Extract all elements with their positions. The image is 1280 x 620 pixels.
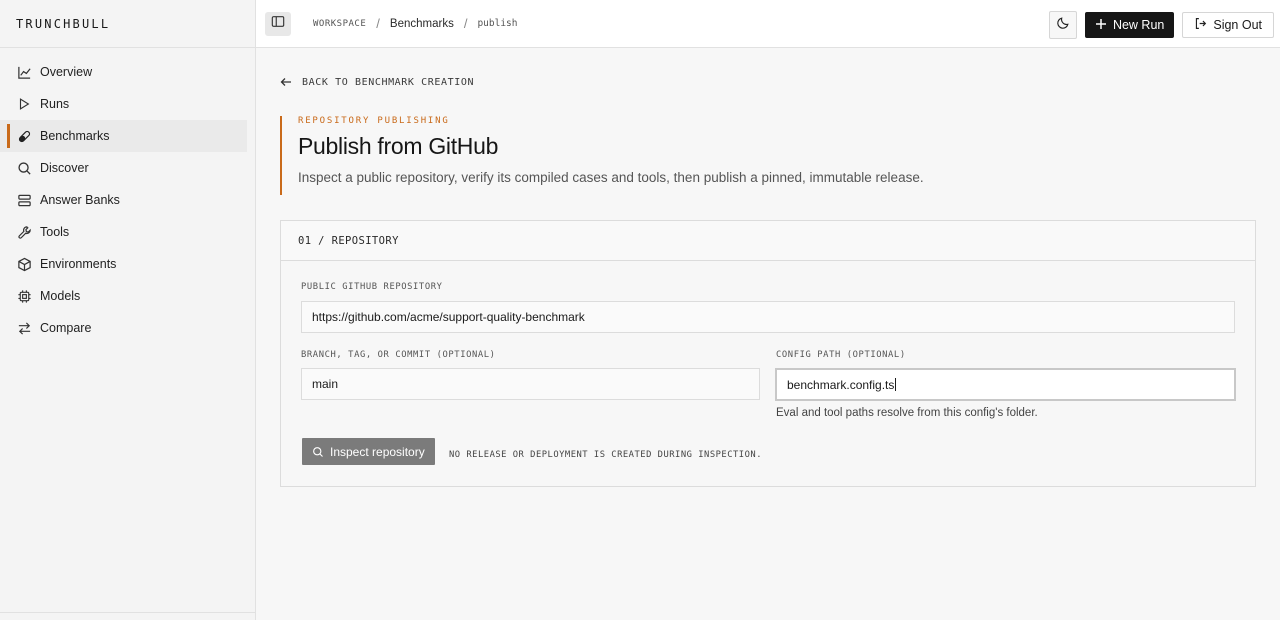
- search-icon: [312, 446, 324, 458]
- sidebar-item-label: Runs: [40, 97, 70, 111]
- sidebar-item-label: Discover: [40, 161, 89, 175]
- page-eyebrow: REPOSITORY PUBLISHING: [298, 116, 450, 126]
- sidebar-item-label: Benchmarks: [40, 129, 110, 143]
- plus-icon: [1095, 18, 1107, 33]
- breadcrumb: WORKSPACE / Benchmarks / publish: [313, 16, 518, 31]
- sidebar-item-label: Answer Banks: [40, 193, 120, 207]
- sidebar-item-label: Overview: [40, 65, 93, 79]
- sidebar-item-discover[interactable]: Discover: [0, 152, 247, 184]
- ref-value: main: [312, 377, 339, 391]
- main-content: BACK TO BENCHMARK CREATION REPOSITORY PU…: [256, 48, 1280, 620]
- sidebar: TRUNCHBULL Overview Runs Benchmarks Disc…: [0, 0, 256, 620]
- play-icon: [16, 96, 32, 112]
- breadcrumb-separator: /: [463, 16, 468, 31]
- ref-label: BRANCH, TAG, OR COMMIT (OPTIONAL): [301, 350, 496, 360]
- search-icon: [16, 160, 32, 176]
- config-path-value: benchmark.config.ts: [787, 377, 895, 392]
- sign-out-button[interactable]: Sign Out: [1182, 12, 1274, 38]
- new-run-button[interactable]: New Run: [1084, 12, 1175, 38]
- page-subtitle: Inspect a public repository, verify its …: [298, 170, 924, 185]
- breadcrumb-current: publish: [477, 18, 518, 29]
- inspect-repository-button[interactable]: Inspect repository: [302, 438, 435, 465]
- wrench-icon: [16, 224, 32, 240]
- sidebar-item-overview[interactable]: Overview: [0, 56, 247, 88]
- stack-icon: [16, 192, 32, 208]
- breadcrumb-separator: /: [376, 16, 380, 31]
- sign-out-label: Sign Out: [1213, 18, 1262, 32]
- repo-url-value: https://github.com/acme/support-quality-…: [312, 310, 585, 324]
- card-heading: 01 / REPOSITORY: [298, 234, 399, 247]
- sidebar-item-benchmarks[interactable]: Benchmarks: [0, 120, 247, 152]
- new-run-label: New Run: [1112, 18, 1165, 32]
- pill-icon: [16, 128, 32, 144]
- breadcrumb-benchmarks[interactable]: Benchmarks: [390, 18, 454, 30]
- sign-out-icon: [1194, 17, 1207, 33]
- arrows-left-right-icon: [16, 320, 32, 336]
- repo-url-input[interactable]: https://github.com/acme/support-quality-…: [301, 301, 1235, 333]
- sidebar-item-label: Tools: [40, 225, 70, 239]
- chip-icon: [16, 288, 32, 304]
- page-header: REPOSITORY PUBLISHING Publish from GitHu…: [280, 116, 924, 195]
- repo-url-label: PUBLIC GITHUB REPOSITORY: [301, 282, 443, 292]
- sidebar-nav: Overview Runs Benchmarks Discover Answer…: [0, 48, 255, 344]
- sidebar-item-answer-banks[interactable]: Answer Banks: [0, 184, 247, 216]
- moon-icon: [1056, 16, 1070, 35]
- page-title: Publish from GitHub: [298, 133, 499, 159]
- chart-line-icon: [16, 64, 32, 80]
- sidebar-item-runs[interactable]: Runs: [0, 88, 247, 120]
- top-actions: New Run Sign Out: [1048, 11, 1274, 39]
- sidebar-item-environments[interactable]: Environments: [0, 248, 247, 280]
- brand-name: TRUNCHBULL: [16, 16, 111, 31]
- breadcrumb-workspace[interactable]: WORKSPACE: [313, 19, 366, 29]
- inspect-repository-label: Inspect repository: [330, 444, 425, 459]
- arrow-left-icon: [280, 76, 292, 88]
- sidebar-toggle-button[interactable]: [265, 11, 291, 36]
- sidebar-footer-divider: [0, 612, 255, 613]
- inspection-note: NO RELEASE OR DEPLOYMENT IS CREATED DURI…: [449, 450, 762, 460]
- sidebar-item-label: Environments: [40, 257, 117, 271]
- theme-toggle-button[interactable]: [1048, 11, 1077, 39]
- topbar: WORKSPACE / Benchmarks / publish New Run…: [256, 0, 1280, 48]
- config-path-helper: Eval and tool paths resolve from this co…: [776, 407, 1038, 419]
- card-header: 01 / REPOSITORY: [281, 221, 1255, 261]
- back-link[interactable]: BACK TO BENCHMARK CREATION: [280, 76, 474, 88]
- sidebar-item-label: Compare: [40, 321, 92, 335]
- repository-card: 01 / REPOSITORY PUBLIC GITHUB REPOSITORY…: [280, 220, 1256, 487]
- sidebar-item-compare[interactable]: Compare: [0, 312, 247, 344]
- sidebar-item-models[interactable]: Models: [0, 280, 247, 312]
- sidebar-item-tools[interactable]: Tools: [0, 216, 247, 248]
- text-caret: [895, 378, 897, 391]
- back-link-label: BACK TO BENCHMARK CREATION: [302, 76, 475, 88]
- sidebar-item-label: Models: [40, 289, 81, 303]
- cube-icon: [16, 256, 32, 272]
- ref-input[interactable]: main: [301, 368, 760, 400]
- config-path-input[interactable]: benchmark.config.ts: [775, 368, 1236, 401]
- config-path-label: CONFIG PATH (OPTIONAL): [776, 350, 906, 360]
- sidebar-toggle-icon: [271, 15, 285, 33]
- brand: TRUNCHBULL: [0, 0, 255, 48]
